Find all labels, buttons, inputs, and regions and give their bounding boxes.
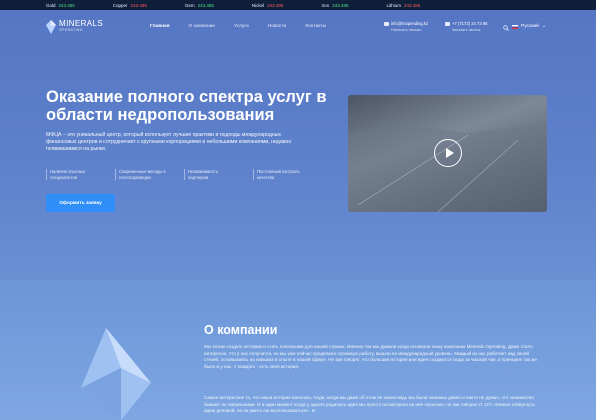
email-link[interactable]: Написать письмо	[391, 28, 422, 32]
search-icon[interactable]	[503, 25, 509, 31]
phone-value: +7 (7172) 24 73 86	[452, 21, 488, 26]
feature-item: Наличие опытных специалистов	[46, 169, 101, 181]
about-paragraph: Мы хотим создать историю и стать полезны…	[204, 344, 537, 369]
ticker-name: Copper	[112, 2, 128, 8]
about-title: О компании	[204, 323, 278, 337]
main-menu: Главная О компании Услуги Новости Контак…	[150, 24, 326, 29]
play-icon[interactable]	[434, 139, 462, 167]
features-list: Наличие опытных специалистов Современные…	[46, 169, 308, 181]
ticker-name: Nickel	[251, 2, 265, 8]
hero-title: Оказание полного спектра услуг в области…	[46, 88, 327, 124]
hero-lead: МФЦА – это уникальный центр, который исп…	[46, 132, 292, 153]
ticker-name: Lithium	[386, 2, 401, 8]
ticker-item: Lithium 243.485	[386, 3, 420, 8]
contact-email[interactable]: info@mopending.kz Написать письмо	[384, 21, 428, 33]
ticker-value: 243.485	[197, 2, 214, 8]
market-ticker: Gold 243.485 Copper 243.485 Gem 243.485 Nickel…	[0, 0, 596, 10]
ticker-value: 243.485	[58, 2, 75, 8]
ticker-value: 243.485	[404, 2, 421, 8]
crystal-illustration	[81, 328, 151, 420]
contact-phone[interactable]: +7 (7172) 24 73 86 Заказать звонок	[445, 21, 488, 33]
ticker-value: 243.485	[332, 2, 349, 8]
header-nav: MINERALS OPERATING Главная О компании Усл…	[0, 12, 596, 40]
apply-button[interactable]: Оформить заявку	[46, 194, 115, 212]
nav-item-contacts[interactable]: Контакты	[305, 24, 326, 29]
ticker-name: Iron	[321, 2, 330, 8]
nav-item-home[interactable]: Главная	[150, 24, 170, 29]
mail-icon	[384, 21, 389, 26]
email-value: info@mopending.kz	[391, 21, 429, 26]
ticker-value: 243.485	[130, 2, 147, 8]
feature-item: Независимость партнеров	[184, 169, 239, 181]
about-paragraph: Самое интересное то, что наша история на…	[204, 395, 535, 414]
language-label: Русский	[521, 24, 539, 29]
chevron-down-icon: ⌄	[541, 24, 546, 29]
language-select[interactable]: Русский ⌄	[512, 24, 546, 29]
video-player[interactable]	[348, 95, 547, 212]
ticker-item: Iron 243.485	[321, 3, 348, 8]
nav-item-about[interactable]: О компании	[189, 24, 215, 29]
ticker-value: 243.485	[267, 2, 284, 8]
russia-flag-icon	[512, 24, 518, 29]
ticker-item: Gem 243.485	[185, 3, 214, 8]
logo-crystal-icon	[46, 20, 56, 34]
nav-item-services[interactable]: Услуги	[234, 24, 249, 29]
ticker-name: Gold	[46, 2, 56, 8]
feature-item: Постоянный контроль качества	[253, 169, 308, 181]
phone-icon	[445, 21, 450, 26]
ticker-item: Nickel 243.485	[252, 3, 284, 8]
feature-item: Современные методы в геологоразведке	[115, 169, 170, 181]
ticker-item: Gold 243.485	[46, 3, 75, 8]
ticker-item: Copper 243.485	[113, 3, 147, 8]
callback-link[interactable]: Заказать звонок	[452, 28, 480, 32]
logo[interactable]: MINERALS OPERATING	[46, 20, 103, 34]
logo-subtitle: OPERATING	[59, 28, 83, 32]
ticker-name: Gem	[184, 2, 195, 8]
nav-item-news[interactable]: Новости	[268, 24, 287, 29]
